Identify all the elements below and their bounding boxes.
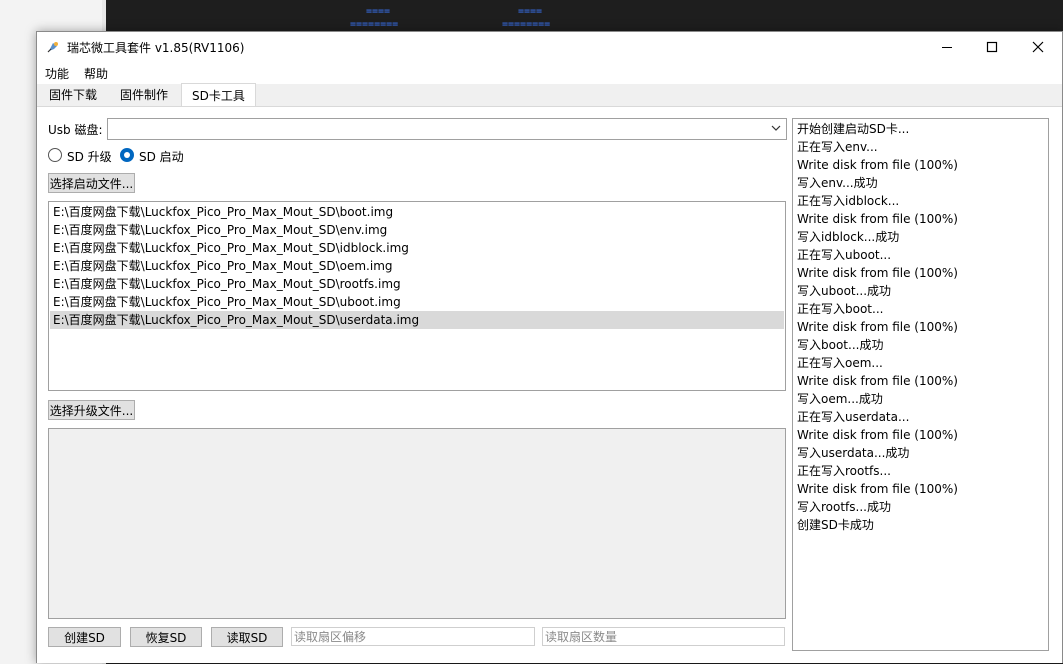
- log-line: 正在写入env...: [797, 140, 878, 154]
- radio-sd-upgrade-label[interactable]: SD 升级: [67, 148, 112, 165]
- log-line: Write disk from file (100%): [797, 428, 958, 442]
- tab-sd-card-tool[interactable]: SD卡工具: [181, 83, 256, 108]
- close-icon: [1032, 41, 1044, 53]
- log-line: 正在写入boot...: [797, 302, 884, 316]
- title-bar[interactable]: 瑞芯微工具套件 v1.85(RV1106): [37, 32, 1062, 62]
- tab-firmware-make[interactable]: 固件制作: [110, 84, 178, 106]
- list-item[interactable]: E:\百度网盘下载\Luckfox_Pico_Pro_Max_Mout_SD\e…: [50, 221, 784, 239]
- tab-strip: 固件下载 固件制作 SD卡工具: [37, 83, 1062, 108]
- log-line: 写入boot...成功: [797, 338, 884, 352]
- list-item[interactable]: E:\百度网盘下载\Luckfox_Pico_Pro_Max_Mout_SD\b…: [50, 203, 784, 221]
- list-item[interactable]: E:\百度网盘下载\Luckfox_Pico_Pro_Max_Mout_SD\u…: [50, 293, 784, 311]
- log-line: 正在写入idblock...: [797, 194, 900, 208]
- terminal-mark: ========: [350, 19, 399, 30]
- sd-tool-panel: Usb 磁盘: SD 升级 SD 启动 选择启动文件... E:\百度网盘下载\…: [37, 106, 1062, 663]
- minimize-button[interactable]: [924, 32, 970, 62]
- terminal-mark: ====: [518, 6, 543, 17]
- create-sd-button[interactable]: 创建SD: [48, 627, 121, 647]
- list-item[interactable]: E:\百度网盘下载\Luckfox_Pico_Pro_Max_Mout_SD\i…: [50, 239, 784, 257]
- log-line: 写入uboot...成功: [797, 284, 892, 298]
- select-upgrade-file-button[interactable]: 选择升级文件...: [48, 400, 135, 420]
- select-boot-file-button[interactable]: 选择启动文件...: [48, 173, 135, 193]
- log-output[interactable]: 开始创建启动SD卡... 正在写入env... Write disk from …: [792, 118, 1049, 651]
- log-line: 写入idblock...成功: [797, 230, 900, 244]
- log-line: 正在写入oem...: [797, 356, 883, 370]
- list-item[interactable]: E:\百度网盘下载\Luckfox_Pico_Pro_Max_Mout_SD\r…: [50, 275, 784, 293]
- tab-firmware-download[interactable]: 固件下载: [39, 84, 107, 106]
- restore-sd-button[interactable]: 恢复SD: [130, 627, 202, 647]
- sector-count-input[interactable]: [542, 627, 785, 646]
- terminal-mark: ========: [502, 19, 551, 30]
- log-line: 开始创建启动SD卡...: [797, 122, 910, 136]
- rockchip-tool-window: 瑞芯微工具套件 v1.85(RV1106) 功能 帮助 固件下载 固件制作 SD…: [36, 31, 1063, 663]
- radio-sd-upgrade[interactable]: [48, 148, 62, 162]
- menu-help[interactable]: 帮助: [84, 65, 108, 82]
- log-line: 创建SD卡成功: [797, 518, 874, 532]
- usb-disk-select[interactable]: [107, 118, 787, 140]
- maximize-button[interactable]: [969, 32, 1015, 62]
- log-line: 正在写入rootfs...: [797, 464, 891, 478]
- log-line: 正在写入uboot...: [797, 248, 892, 262]
- window-title: 瑞芯微工具套件 v1.85(RV1106): [67, 41, 245, 55]
- log-line: Write disk from file (100%): [797, 212, 958, 226]
- chevron-down-icon: [771, 125, 781, 131]
- list-item-selected[interactable]: E:\百度网盘下载\Luckfox_Pico_Pro_Max_Mout_SD\u…: [50, 311, 784, 329]
- maximize-icon: [986, 41, 998, 53]
- minimize-icon: [942, 47, 952, 48]
- rockchip-app-icon: [47, 42, 58, 53]
- log-line: Write disk from file (100%): [797, 320, 958, 334]
- usb-disk-label: Usb 磁盘:: [48, 123, 103, 137]
- radio-sd-boot[interactable]: [120, 148, 134, 162]
- log-line: 写入oem...成功: [797, 392, 883, 406]
- radio-sd-boot-label[interactable]: SD 启动: [139, 148, 184, 165]
- log-line: 写入userdata...成功: [797, 446, 910, 460]
- boot-file-list[interactable]: E:\百度网盘下载\Luckfox_Pico_Pro_Max_Mout_SD\b…: [48, 201, 786, 391]
- close-button[interactable]: [1015, 32, 1061, 62]
- list-item[interactable]: E:\百度网盘下载\Luckfox_Pico_Pro_Max_Mout_SD\o…: [50, 257, 784, 275]
- log-line: Write disk from file (100%): [797, 374, 958, 388]
- menu-function[interactable]: 功能: [45, 65, 69, 82]
- upgrade-file-area[interactable]: [48, 428, 786, 619]
- terminal-mark: ====: [366, 6, 391, 17]
- menu-bar: 功能 帮助: [37, 62, 1062, 84]
- read-sd-button[interactable]: 读取SD: [211, 627, 283, 647]
- log-line: Write disk from file (100%): [797, 482, 958, 496]
- log-line: 写入env...成功: [797, 176, 878, 190]
- sector-offset-input[interactable]: [291, 627, 535, 646]
- log-line: 正在写入userdata...: [797, 410, 910, 424]
- log-line: 写入rootfs...成功: [797, 500, 891, 514]
- log-line: Write disk from file (100%): [797, 158, 958, 172]
- log-line: Write disk from file (100%): [797, 266, 958, 280]
